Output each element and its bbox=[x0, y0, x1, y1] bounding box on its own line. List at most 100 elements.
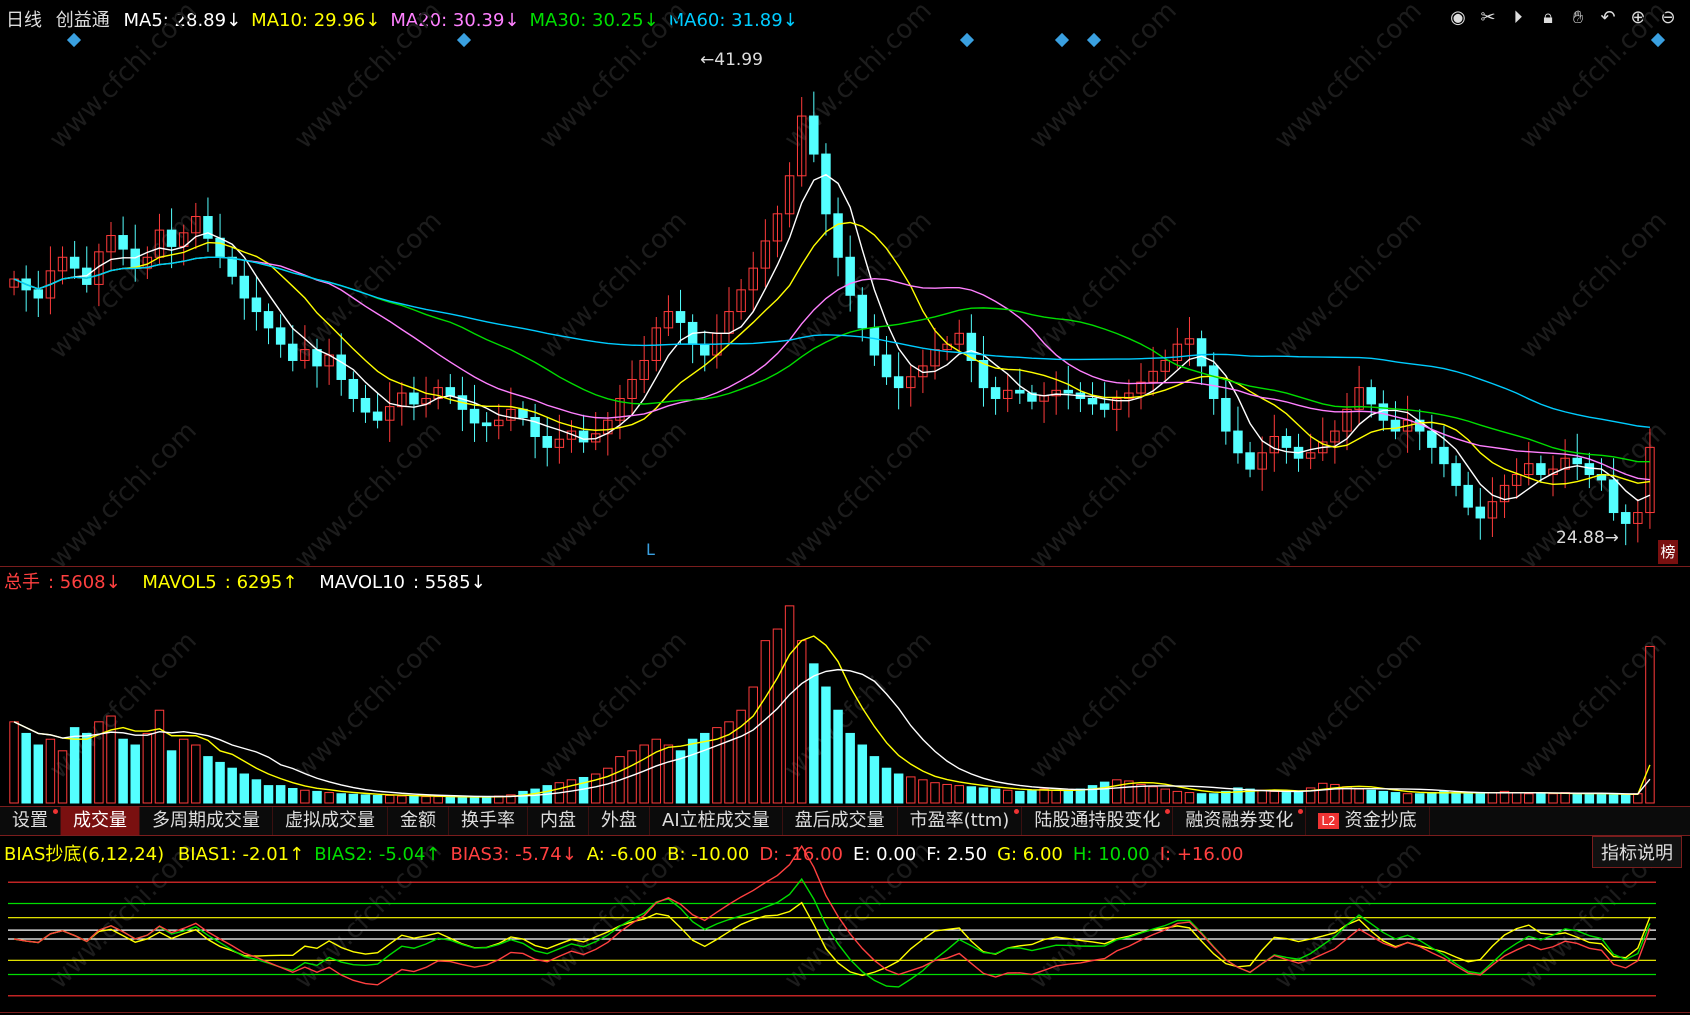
volume-bar bbox=[275, 785, 286, 804]
mavol5-label: MAVOL5 bbox=[142, 572, 217, 593]
volume-bar bbox=[1039, 788, 1049, 804]
high-price-value: 41.99 bbox=[714, 50, 763, 70]
volume-bar bbox=[166, 750, 177, 804]
volume-bar bbox=[1172, 790, 1183, 804]
volume-bar bbox=[918, 779, 928, 804]
candle-body bbox=[33, 289, 44, 299]
candle-body bbox=[481, 422, 492, 427]
indicator-name[interactable]: BIAS抄底(6,12,24) bbox=[4, 844, 164, 865]
rank-badge[interactable]: 榜 bbox=[1658, 540, 1678, 564]
volume-bar bbox=[651, 738, 662, 804]
volume-bar bbox=[348, 793, 359, 804]
candle-body bbox=[118, 235, 128, 250]
volume-bar bbox=[1099, 781, 1110, 804]
volume-bar bbox=[881, 767, 892, 804]
volume-bar bbox=[687, 738, 698, 804]
tab-label: 内盘 bbox=[540, 810, 576, 831]
tab-label: 金额 bbox=[400, 810, 436, 831]
volume-bar bbox=[930, 782, 940, 804]
volume-bar bbox=[191, 744, 201, 804]
volume-bar bbox=[288, 788, 298, 804]
volume-bar bbox=[1027, 789, 1037, 804]
tab-4[interactable]: 金额 bbox=[388, 807, 449, 835]
watermark-text: www.cfchi.com bbox=[779, 416, 938, 575]
volume-bar bbox=[1378, 790, 1389, 804]
tab-9[interactable]: 盘后成交量 bbox=[783, 807, 898, 835]
candle-body bbox=[69, 256, 80, 269]
indicator-item: BIAS3: -5.74↓ bbox=[450, 844, 577, 865]
tab-10[interactable]: 市盈率(ttm) bbox=[898, 807, 1023, 835]
tab-11[interactable]: 陆股通持股变化 bbox=[1022, 807, 1174, 835]
watermark-text: www.cfchi.com bbox=[44, 416, 203, 575]
tab-3[interactable]: 虚拟成交量 bbox=[273, 807, 388, 835]
candle-body bbox=[372, 411, 383, 421]
indicator-help-button[interactable]: 指标说明 bbox=[1592, 836, 1682, 868]
volume-bar bbox=[1002, 789, 1013, 804]
volume-bar bbox=[748, 686, 758, 804]
tab-12[interactable]: 融资融券变化 bbox=[1173, 807, 1307, 835]
candle-body bbox=[821, 153, 831, 215]
tab-label: 盘后成交量 bbox=[794, 810, 885, 831]
tab-2[interactable]: 多周期成交量 bbox=[140, 807, 273, 835]
tab-label: 资金抄底 bbox=[1344, 810, 1417, 831]
indicator-item: BIAS2: -5.04↑ bbox=[314, 844, 441, 865]
candle-body bbox=[542, 436, 552, 448]
volume-bar bbox=[1536, 793, 1546, 804]
watermark-text: www.cfchi.com bbox=[289, 626, 448, 785]
tab-label: 设置 bbox=[12, 810, 48, 831]
candle-body bbox=[845, 256, 855, 296]
volume-bar bbox=[518, 790, 528, 804]
tab-8[interactable]: AI立桩成交量 bbox=[650, 807, 783, 835]
volume-bar bbox=[1596, 793, 1607, 804]
candle-body bbox=[203, 216, 213, 239]
volume-bar bbox=[1015, 790, 1025, 804]
candle-body bbox=[336, 354, 346, 380]
candle-body bbox=[578, 430, 589, 443]
tab-13[interactable]: L2 资金抄底 bbox=[1306, 807, 1430, 835]
tab-6[interactable]: 内盘 bbox=[528, 807, 589, 835]
volume-bar bbox=[1366, 789, 1376, 804]
volume-bar bbox=[421, 796, 431, 804]
volume-bar bbox=[360, 794, 371, 804]
tab-5[interactable]: 换手率 bbox=[449, 807, 528, 835]
volume-bar bbox=[1112, 779, 1122, 804]
indicator-tabs: 设置 成交量 多周期成交量 虚拟成交量 金额 换手率 内盘 外盘 AI立桩成交量 盘后成交量 市盈率… bbox=[0, 806, 1690, 836]
volume-bar bbox=[215, 761, 225, 804]
tab-label: 融资融券变化 bbox=[1185, 810, 1294, 831]
candle-body bbox=[275, 327, 286, 345]
ma60-line bbox=[13, 256, 1651, 429]
volume-bar bbox=[384, 794, 395, 804]
watermark-text: www.cfchi.com bbox=[289, 206, 448, 365]
volume-bar bbox=[663, 744, 674, 804]
volume-bar bbox=[82, 732, 92, 804]
volume-bar bbox=[409, 795, 419, 804]
candle-body bbox=[227, 256, 237, 277]
candle-body bbox=[833, 213, 843, 258]
candle-body bbox=[1572, 457, 1582, 465]
candle-body bbox=[348, 378, 359, 399]
watermark-text: www.cfchi.com bbox=[1024, 626, 1183, 785]
tab-1[interactable]: 成交量 bbox=[61, 807, 140, 835]
volume-bar bbox=[966, 786, 977, 804]
candle-body bbox=[1620, 512, 1631, 524]
volume-bar bbox=[772, 628, 783, 804]
tab-7[interactable]: 外盘 bbox=[589, 807, 650, 835]
candle-body bbox=[288, 343, 298, 361]
watermark-text: www.cfchi.com bbox=[1269, 416, 1428, 575]
indicator-item: B: -10.00 bbox=[667, 844, 750, 865]
volume-bar bbox=[1584, 793, 1595, 804]
volume-bar bbox=[469, 796, 480, 804]
volume-bar bbox=[1560, 792, 1570, 804]
volume-bar bbox=[809, 663, 819, 804]
watermark-text: www.cfchi.com bbox=[1024, 416, 1183, 575]
tab-0[interactable]: 设置 bbox=[0, 807, 61, 835]
volume-bar bbox=[445, 796, 456, 804]
volume-bar bbox=[1524, 793, 1534, 804]
volume-bar bbox=[1063, 790, 1074, 804]
candle-body bbox=[1221, 397, 1231, 432]
volume-bar bbox=[1633, 793, 1643, 804]
volume-bar bbox=[1318, 782, 1328, 804]
tab-label: 陆股通持股变化 bbox=[1034, 810, 1161, 831]
watermark-text: www.cfchi.com bbox=[1024, 0, 1183, 155]
volume-bar bbox=[1427, 792, 1437, 804]
